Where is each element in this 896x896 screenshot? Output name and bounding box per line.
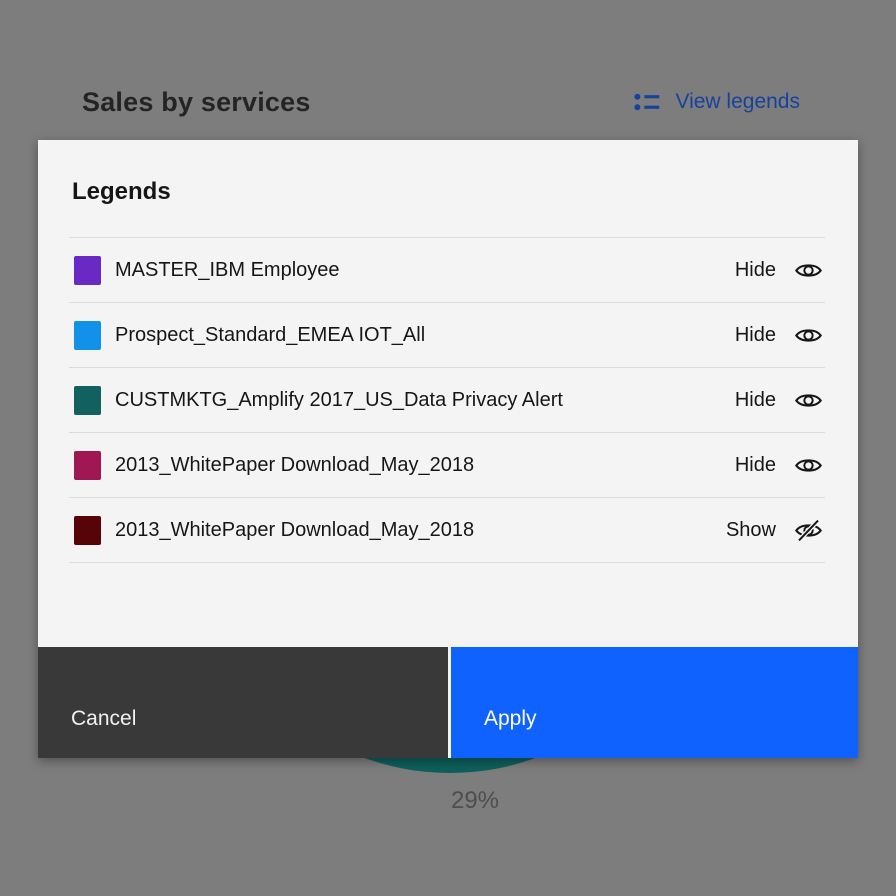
eye-icon <box>794 256 823 285</box>
eye-icon <box>794 386 823 415</box>
modal-footer: Cancel Apply <box>38 647 858 758</box>
legend-row: MASTER_IBM Employee Hide <box>69 238 825 303</box>
legend-label: 2013_WhitePaper Download_May_2018 <box>115 519 726 542</box>
view-legends-label: View legends <box>675 90 800 114</box>
legend-label: 2013_WhitePaper Download_May_2018 <box>115 454 735 477</box>
legend-label: CUSTMKTG_Amplify 2017_US_Data Privacy Al… <box>115 389 735 412</box>
eye-slash-icon <box>794 516 823 545</box>
page-title: Sales by services <box>82 87 311 118</box>
eye-icon <box>794 321 823 350</box>
pie-segment-label: 29% <box>425 787 525 815</box>
legend-color-swatch <box>74 451 101 480</box>
legend-visibility-toggle[interactable]: Show <box>726 516 823 545</box>
legend-row: CUSTMKTG_Amplify 2017_US_Data Privacy Al… <box>69 368 825 433</box>
view-legends-button[interactable]: View legends <box>633 88 800 116</box>
legend-visibility-toggle[interactable]: Hide <box>735 451 823 480</box>
legends-modal: Legends MASTER_IBM Employee Hide Prospec… <box>38 140 858 758</box>
legend-visibility-toggle[interactable]: Hide <box>735 256 823 285</box>
modal-title: Legends <box>72 178 826 206</box>
legend-list: MASTER_IBM Employee Hide Prospect_Standa… <box>69 237 825 563</box>
legend-label: MASTER_IBM Employee <box>115 259 735 282</box>
toggle-action-label: Hide <box>735 389 776 412</box>
apply-button[interactable]: Apply <box>451 647 858 758</box>
legend-color-swatch <box>74 516 101 545</box>
toggle-action-label: Hide <box>735 454 776 477</box>
toggle-action-label: Show <box>726 519 776 542</box>
legend-visibility-toggle[interactable]: Hide <box>735 321 823 350</box>
legend-visibility-toggle[interactable]: Hide <box>735 386 823 415</box>
legend-color-swatch <box>74 321 101 350</box>
legend-row: Prospect_Standard_EMEA IOT_All Hide <box>69 303 825 368</box>
list-icon <box>633 88 661 116</box>
legend-row: 2013_WhitePaper Download_May_2018 Show <box>69 498 825 563</box>
toggle-action-label: Hide <box>735 259 776 282</box>
legend-row: 2013_WhitePaper Download_May_2018 Hide <box>69 433 825 498</box>
eye-icon <box>794 451 823 480</box>
cancel-button[interactable]: Cancel <box>38 647 448 758</box>
toggle-action-label: Hide <box>735 324 776 347</box>
legend-color-swatch <box>74 256 101 285</box>
legend-label: Prospect_Standard_EMEA IOT_All <box>115 324 735 347</box>
legend-color-swatch <box>74 386 101 415</box>
